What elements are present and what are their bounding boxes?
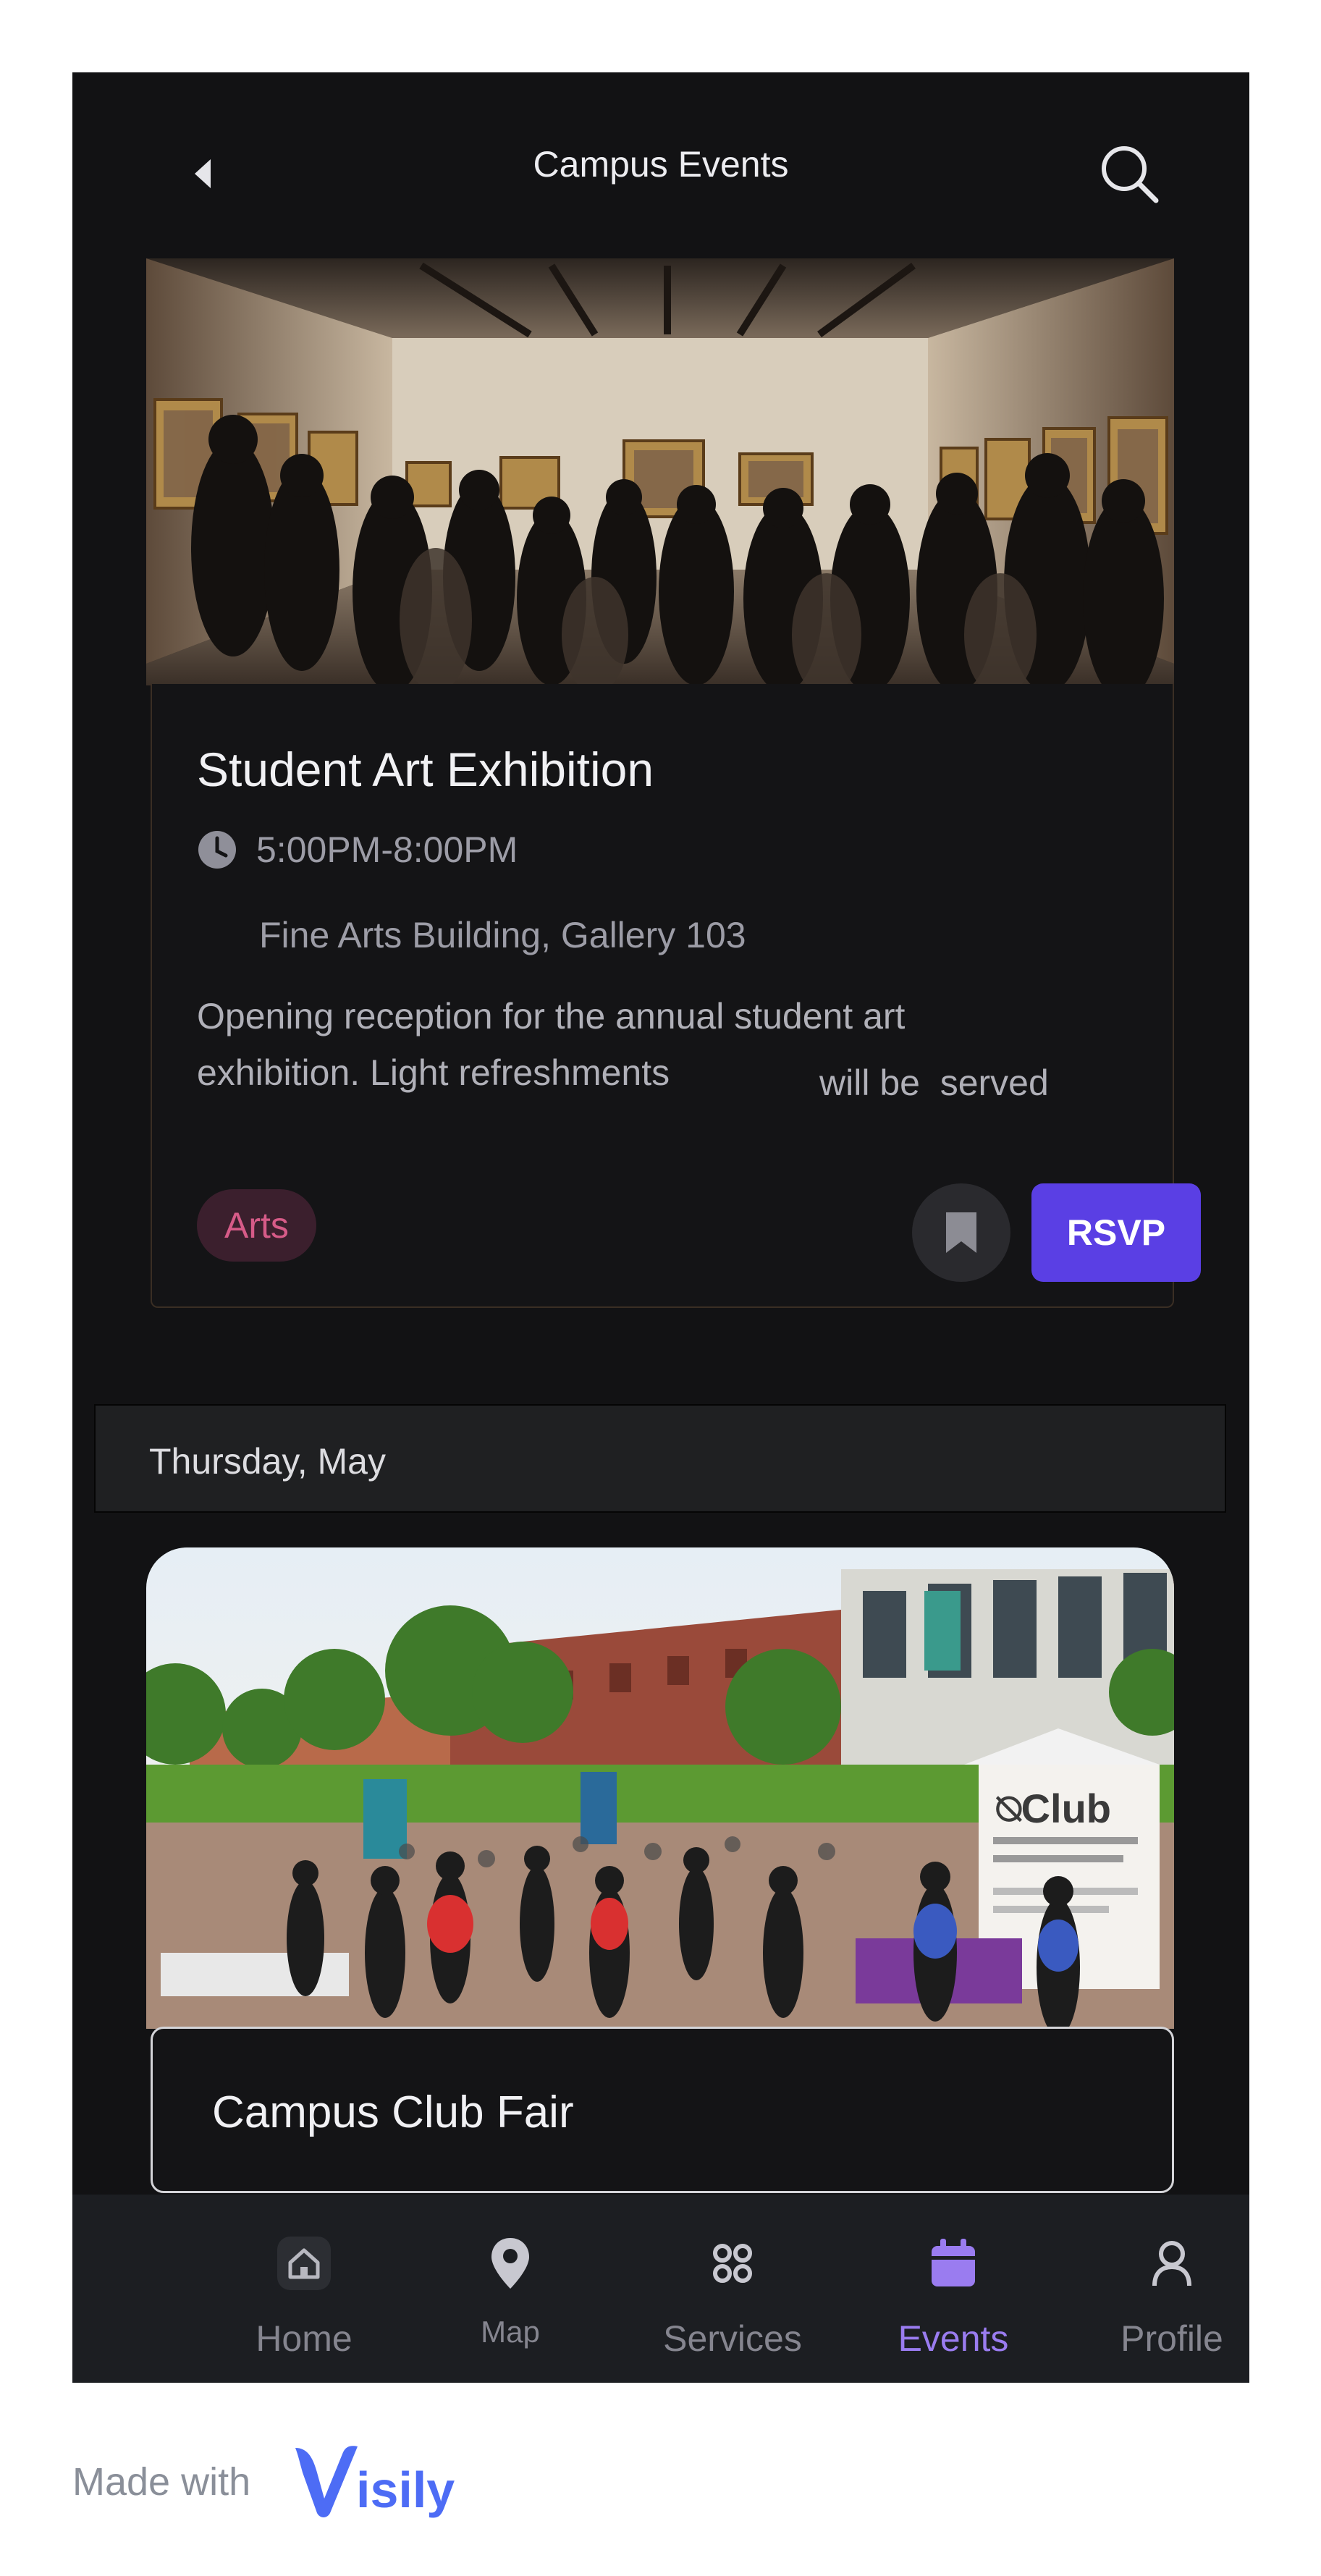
svg-text:isily: isily [356, 2462, 455, 2518]
nav-item-services[interactable]: Services [660, 2195, 805, 2383]
services-grid-icon [706, 2237, 759, 2290]
profile-icon [1145, 2237, 1199, 2290]
event-time-row: 5:00PM-8:00PM [197, 829, 518, 871]
event-image-art-gallery [146, 258, 1174, 685]
home-icon [277, 2237, 331, 2290]
nav-label: Events [898, 2318, 1009, 2359]
nav-item-events[interactable]: Events [881, 2195, 1026, 2383]
top-bar: Campus Events [72, 72, 1249, 246]
nav-item-map[interactable]: Map [438, 2195, 583, 2383]
nav-label: Services [663, 2318, 802, 2359]
event-time: 5:00PM-8:00PM [256, 829, 518, 870]
app-screen: Campus Events Student Art Exhibition 5:0… [72, 72, 1249, 2383]
calendar-icon [927, 2237, 980, 2290]
visily-logo[interactable]: isily [292, 2441, 466, 2520]
event-card[interactable]: Campus Club Fair [151, 2027, 1174, 2193]
nav-label: Map [481, 2315, 540, 2349]
visily-logo-icon: isily [295, 2446, 455, 2518]
nav-label: Profile [1120, 2318, 1223, 2359]
event-card[interactable]: Student Art Exhibition 5:00PM-8:00PM Fin… [151, 684, 1201, 1308]
nav-item-profile[interactable]: Profile [1100, 2195, 1244, 2383]
event-title: Student Art Exhibition [197, 743, 654, 796]
event-image-club-fair: ⍉Club [146, 1547, 1174, 2029]
made-with-text: Made with [72, 2460, 251, 2504]
clock-icon [198, 831, 236, 869]
event-description: Opening reception for the annual student… [197, 988, 1152, 1103]
map-pin-icon [484, 2237, 537, 2290]
svg-text:⍉Club: ⍉Club [995, 1786, 1111, 1831]
bottom-nav: Home Map Services Events Profile [72, 2195, 1249, 2383]
page-title: Campus Events [533, 144, 789, 185]
search-button[interactable] [1093, 138, 1165, 210]
nav-item-home[interactable]: Home [232, 2195, 376, 2383]
event-title: Campus Club Fair [212, 2087, 574, 2137]
event-description-line: exhibition. Light refreshments will be s… [197, 1044, 1152, 1103]
event-location: Fine Arts Building, Gallery 103 [259, 915, 746, 955]
nav-label: Home [256, 2318, 353, 2359]
date-section-header: Thursday, May [94, 1404, 1226, 1513]
event-description-text: will be served [819, 1063, 1049, 1103]
bookmark-icon [946, 1212, 976, 1253]
category-tag[interactable]: Arts [197, 1189, 316, 1262]
rsvp-button[interactable]: RSVP [1031, 1183, 1201, 1282]
date-label: Thursday, May [149, 1441, 386, 1482]
search-icon [1102, 146, 1159, 203]
event-description-text: exhibition. Light refreshments [197, 1052, 670, 1093]
event-description-line: Opening reception for the annual student… [197, 996, 906, 1036]
bookmark-button[interactable] [912, 1183, 1010, 1282]
